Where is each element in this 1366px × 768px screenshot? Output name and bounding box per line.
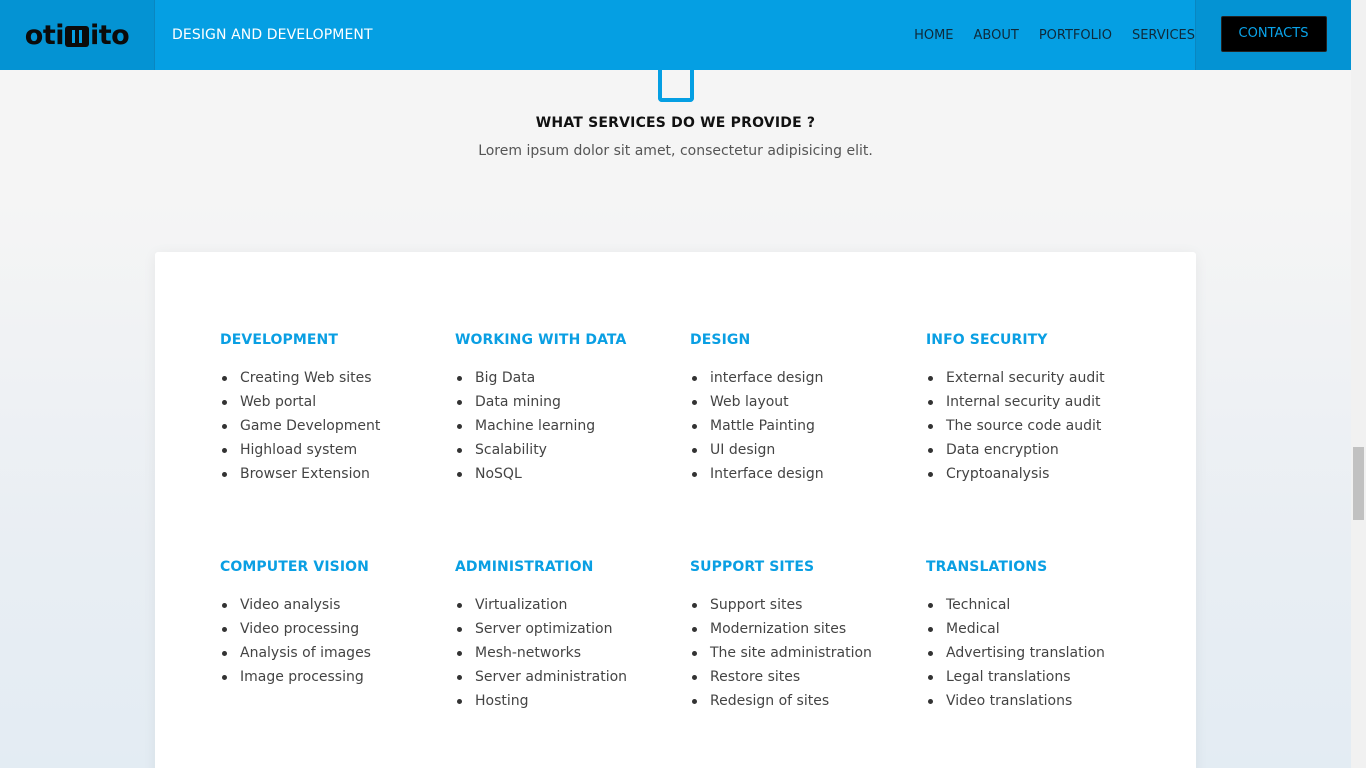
service-list: Virtualization Server optimization Mesh-… [455, 593, 670, 713]
logo-text-left: oti [24, 19, 65, 51]
section-subtitle: Lorem ipsum dolor sit amet, consectetur … [478, 143, 873, 159]
nav-services[interactable]: SERVICES [1132, 28, 1195, 43]
service-column-computer-vision: COMPUTER VISION Video analysis Video pro… [220, 558, 435, 689]
list-item: Hosting [455, 689, 670, 713]
service-list: Video analysis Video processing Analysis… [220, 593, 435, 689]
list-item: Image processing [220, 665, 435, 689]
page-scrollbar[interactable] [1351, 0, 1366, 768]
scrollbar-thumb[interactable] [1353, 447, 1364, 520]
list-item: Internal security audit [926, 390, 1141, 414]
list-item: NoSQL [455, 462, 670, 486]
list-item: Video translations [926, 689, 1141, 713]
list-item: Creating Web sites [220, 366, 435, 390]
service-title: ADMINISTRATION [455, 559, 594, 575]
nav-home[interactable]: HOME [914, 28, 953, 43]
list-item: The source code audit [926, 414, 1141, 438]
service-list: interface design Web layout Mattle Paint… [690, 366, 905, 486]
list-item: Cryptoanalysis [926, 462, 1141, 486]
service-title: DESIGN [690, 332, 751, 348]
service-column-translations: TRANSLATIONS Technical Medical Advertisi… [926, 558, 1141, 713]
list-item: interface design [690, 366, 905, 390]
list-item: The site administration [690, 641, 905, 665]
list-item: Restore sites [690, 665, 905, 689]
list-item: Big Data [455, 366, 670, 390]
service-title: COMPUTER VISION [220, 559, 369, 575]
list-item: Browser Extension [220, 462, 435, 486]
service-column-administration: ADMINISTRATION Virtualization Server opt… [455, 558, 670, 713]
list-item: Data mining [455, 390, 670, 414]
list-item: Server optimization [455, 617, 670, 641]
logo-mark-icon [65, 25, 89, 47]
service-title: DEVELOPMENT [220, 332, 339, 348]
list-item: Technical [926, 593, 1141, 617]
list-item: Interface design [690, 462, 905, 486]
list-item: UI design [690, 438, 905, 462]
service-column-development: DEVELOPMENT Creating Web sites Web porta… [220, 331, 435, 486]
list-item: Virtualization [455, 593, 670, 617]
list-item: Web layout [690, 390, 905, 414]
service-list: Big Data Data mining Machine learning Sc… [455, 366, 670, 486]
service-column-design: DESIGN interface design Web layout Mattl… [690, 331, 905, 486]
service-column-support-sites: SUPPORT SITES Support sites Modernizatio… [690, 558, 905, 713]
logo-text-right: ito [90, 19, 130, 51]
services-card: DEVELOPMENT Creating Web sites Web porta… [155, 252, 1196, 768]
list-item: Highload system [220, 438, 435, 462]
list-item: External security audit [926, 366, 1141, 390]
list-item: Modernization sites [690, 617, 905, 641]
service-column-working-with-data: WORKING WITH DATA Big Data Data mining M… [455, 331, 670, 486]
list-item: Advertising translation [926, 641, 1141, 665]
list-item: Game Development [220, 414, 435, 438]
service-title: WORKING WITH DATA [455, 332, 627, 348]
service-column-info-security: INFO SECURITY External security audit In… [926, 331, 1141, 486]
section-title: WHAT SERVICES DO WE PROVIDE ? [535, 115, 816, 131]
list-item: Redesign of sites [690, 689, 905, 713]
nav-portfolio[interactable]: PORTFOLIO [1039, 28, 1112, 43]
list-item: Analysis of images [220, 641, 435, 665]
main-nav: HOME ABOUT PORTFOLIO SERVICES [894, 0, 1195, 70]
logo-link[interactable]: oti ito [0, 0, 155, 70]
service-list: Support sites Modernization sites The si… [690, 593, 905, 713]
list-item: Mesh-networks [455, 641, 670, 665]
site-header: oti ito DESIGN AND DEVELOPMENT HOME ABOU… [0, 0, 1351, 70]
list-item: Support sites [690, 593, 905, 617]
contacts-button[interactable]: CONTACTS [1220, 15, 1327, 52]
service-title: TRANSLATIONS [926, 559, 1048, 575]
list-item: Legal translations [926, 665, 1141, 689]
list-item: Server administration [455, 665, 670, 689]
list-item: Scalability [455, 438, 670, 462]
nav-about[interactable]: ABOUT [974, 28, 1019, 43]
list-item: Machine learning [455, 414, 670, 438]
list-item: Mattle Painting [690, 414, 905, 438]
service-list: Technical Medical Advertising translatio… [926, 593, 1141, 713]
site-tagline: DESIGN AND DEVELOPMENT [172, 27, 373, 43]
service-title: SUPPORT SITES [690, 559, 815, 575]
list-item: Video processing [220, 617, 435, 641]
list-item: Data encryption [926, 438, 1141, 462]
list-item: Medical [926, 617, 1141, 641]
service-title: INFO SECURITY [926, 332, 1048, 348]
logo: oti ito [24, 19, 130, 51]
service-list: External security audit Internal securit… [926, 366, 1141, 486]
contacts-area: CONTACTS [1195, 0, 1351, 70]
list-item: Web portal [220, 390, 435, 414]
service-list: Creating Web sites Web portal Game Devel… [220, 366, 435, 486]
list-item: Video analysis [220, 593, 435, 617]
